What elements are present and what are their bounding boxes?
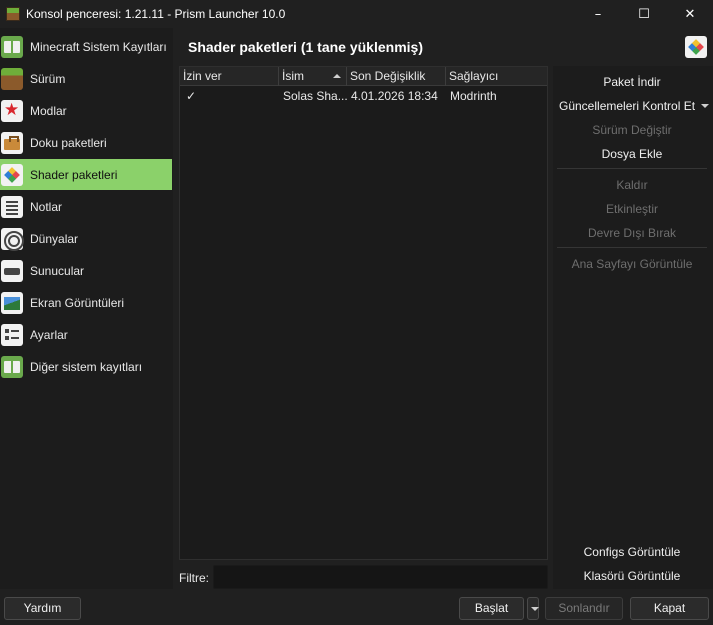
page-title: Shader paketleri (1 tane yüklenmiş) [188, 39, 423, 55]
sidebar-item-label: Ekran Görüntüleri [30, 295, 125, 310]
cell-modified: 4.01.2026 18:34 [351, 89, 438, 103]
worlds-icon [1, 227, 24, 251]
shader-cube-icon [685, 36, 707, 58]
column-header-provider[interactable]: Sağlayıcı [446, 67, 547, 86]
launch-button[interactable]: Başlat [459, 597, 524, 620]
sidebar-item-label: Shader paketleri [30, 167, 118, 182]
table-header: İzin ver İsim Son Değişiklik Sağlayıcı [180, 67, 547, 86]
enable-button[interactable]: Etkinleştir [553, 198, 711, 220]
sidebar-item-label: Modlar [30, 103, 67, 118]
sidebar-item-minecraft-logs[interactable]: Minecraft Sistem Kayıtları [0, 31, 172, 62]
sidebar-item-label: Sunucular [30, 263, 85, 278]
disable-button[interactable]: Devre Dışı Bırak [553, 222, 711, 244]
help-button[interactable]: Yardım [4, 597, 81, 620]
cell-name: Solas Sha... [283, 89, 347, 103]
add-file-button[interactable]: Dosya Ekle [553, 143, 711, 165]
kill-button[interactable]: Sonlandır [545, 597, 623, 620]
bottom-bar: Yardım Başlat Sonlandır Kapat [0, 589, 713, 625]
download-pack-button[interactable]: Paket İndir [553, 71, 711, 93]
check-updates-button[interactable]: Güncellemeleri Kontrol Et [553, 95, 711, 117]
sidebar-item-resource-packs[interactable]: Doku paketleri [0, 127, 172, 158]
filter-input[interactable] [213, 565, 548, 589]
minimize-icon[interactable]: – [575, 0, 621, 28]
sidebar-item-shader-packs[interactable]: Shader paketleri [0, 159, 172, 190]
sidebar-item-notes[interactable]: Notlar [0, 191, 172, 222]
remove-button[interactable]: Kaldır [553, 174, 711, 196]
enabled-checkmark-icon[interactable]: ✓ [180, 86, 279, 106]
title-bar: Konsol penceresi: 1.21.11 - Prism Launch… [0, 0, 713, 28]
book-icon [1, 355, 23, 378]
column-header-modified[interactable]: Son Değişiklik [347, 67, 446, 86]
server-icon [1, 259, 23, 282]
sidebar-item-label: Sürüm [30, 71, 66, 86]
cell-provider: Modrinth [450, 89, 497, 103]
action-panel: Paket İndir Güncellemeleri Kontrol Et Sü… [553, 66, 713, 589]
sidebar-item-screenshots[interactable]: Ekran Görüntüleri [0, 287, 172, 318]
sidebar-item-label: Doku paketleri [30, 135, 107, 150]
maximize-icon[interactable]: ☐ [621, 0, 667, 28]
check-updates-label: Güncellemeleri Kontrol Et [559, 99, 696, 113]
launch-options-dropdown[interactable] [527, 597, 539, 620]
sidebar-item-label: Ayarlar [30, 327, 68, 342]
grass-block-icon [1, 67, 23, 90]
table-row[interactable]: ✓ Solas Sha... 4.01.2026 18:34 Modrinth [180, 86, 547, 106]
divider [557, 168, 707, 169]
screenshot-icon [1, 291, 23, 314]
sidebar-item-servers[interactable]: Sunucular [0, 255, 172, 286]
sidebar-item-label: Notlar [30, 199, 63, 214]
column-header-name[interactable]: İsim [279, 67, 347, 86]
resource-pack-icon [1, 131, 23, 154]
sidebar: Minecraft Sistem Kayıtları Sürüm Modlar … [0, 28, 173, 589]
shader-pack-table[interactable]: İzin ver İsim Son Değişiklik Sağlayıcı ✓… [179, 66, 548, 560]
sidebar-item-settings[interactable]: Ayarlar [0, 319, 172, 350]
column-header-label: İsim [282, 69, 304, 83]
close-button[interactable]: Kapat [630, 597, 709, 620]
chevron-down-icon[interactable] [701, 104, 709, 108]
book-icon [1, 35, 23, 58]
view-configs-button[interactable]: Configs Görüntüle [553, 541, 711, 563]
shader-cube-icon [1, 163, 23, 186]
app-icon [6, 7, 20, 21]
sidebar-item-other-logs[interactable]: Diğer sistem kayıtları [0, 351, 172, 382]
sidebar-item-label: Diğer sistem kayıtları [30, 359, 143, 374]
filter-label: Filtre: [179, 571, 209, 585]
sort-ascending-icon [333, 74, 341, 78]
sidebar-item-worlds[interactable]: Dünyalar [0, 223, 172, 254]
close-window-icon[interactable]: ✕ [667, 0, 713, 28]
star-icon [1, 99, 23, 122]
divider [557, 247, 707, 248]
sidebar-item-version[interactable]: Sürüm [0, 63, 172, 94]
view-folder-button[interactable]: Klasörü Görüntüle [553, 565, 711, 587]
notes-icon [1, 195, 23, 218]
settings-icon [1, 323, 23, 346]
sidebar-item-label: Minecraft Sistem Kayıtları [30, 39, 167, 54]
sidebar-item-mods[interactable]: Modlar [0, 95, 172, 126]
sidebar-item-label: Dünyalar [30, 231, 79, 246]
column-header-enabled[interactable]: İzin ver [180, 67, 279, 86]
window-title: Konsol penceresi: 1.21.11 - Prism Launch… [26, 7, 286, 21]
view-homepage-button[interactable]: Ana Sayfayı Görüntüle [553, 253, 711, 275]
page-header: Shader paketleri (1 tane yüklenmiş) [179, 28, 713, 66]
change-version-button[interactable]: Sürüm Değiştir [553, 119, 711, 141]
